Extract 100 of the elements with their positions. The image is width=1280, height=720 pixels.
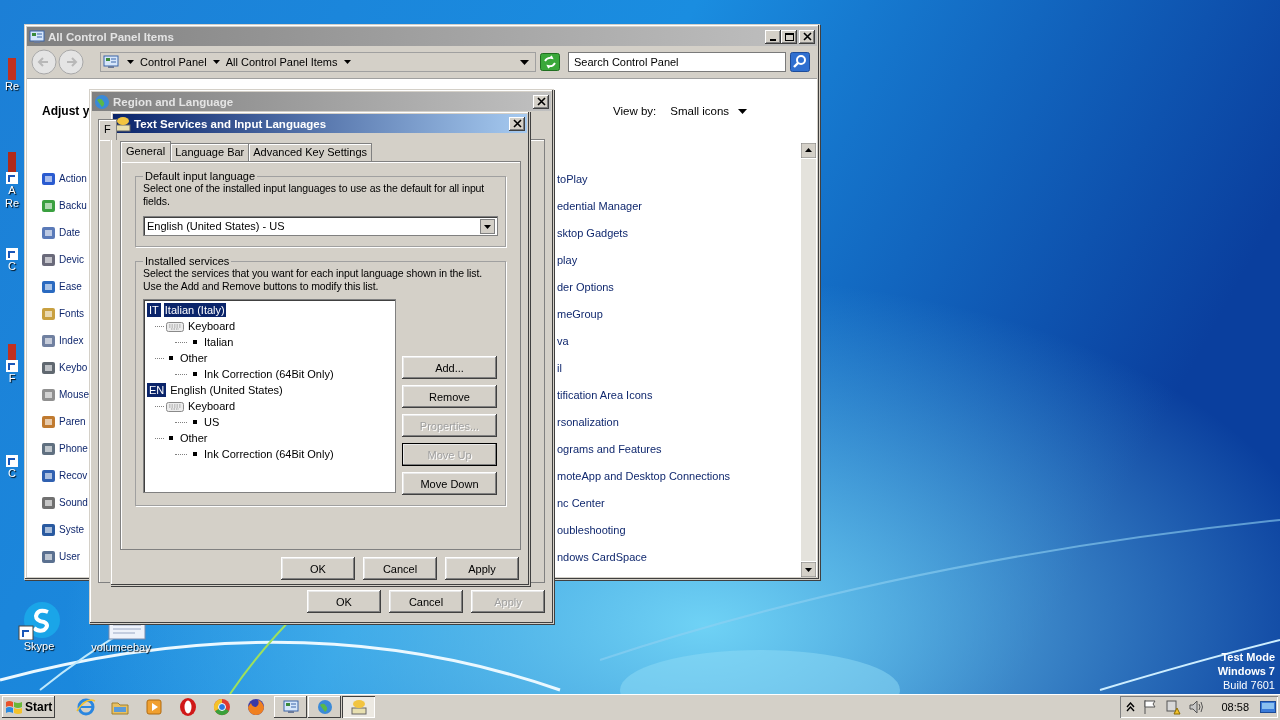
button[interactable]: OK [281, 557, 355, 580]
applet-link[interactable]: Action [59, 173, 87, 184]
applet-link[interactable]: Ease [59, 281, 82, 292]
caret-icon[interactable] [127, 60, 134, 64]
applet-link[interactable]: Recov [59, 470, 88, 481]
services-tree[interactable]: IT Italian (Italy) Keyboard Italian Other Ink Correction (64Bit Only) EN English (United States) Keyboard US Other Ink Correction (64Bit Only) [143, 299, 396, 493]
icon-label[interactable]: Skype [23, 640, 55, 653]
tree-item[interactable]: Keyboard [187, 319, 237, 333]
minimize-button[interactable] [765, 29, 781, 44]
applet-icon[interactable] [41, 467, 57, 484]
tree-item[interactable]: US [203, 415, 221, 429]
applet-link[interactable]: ograms and Features [557, 442, 662, 455]
browser-icon[interactable] [246, 697, 267, 717]
applet-link[interactable]: Fonts [59, 308, 84, 319]
applet-link[interactable]: der Options [557, 280, 614, 293]
icon-label[interactable]: A [8, 184, 16, 197]
close-button[interactable] [509, 116, 525, 131]
tree-item[interactable]: Italian (Italy) [163, 303, 226, 317]
taskbar-button[interactable] [274, 696, 308, 718]
search-button[interactable] [790, 52, 810, 72]
dropdown-icon[interactable] [520, 59, 529, 65]
applet-link[interactable]: User [59, 551, 81, 562]
icon-label[interactable]: F [8, 372, 16, 385]
start-button[interactable]: Start [2, 696, 56, 718]
applet-link[interactable]: play [557, 253, 578, 266]
tab[interactable]: Advanced Key Settings [248, 143, 372, 161]
tree-item[interactable]: Italian [203, 335, 235, 349]
icon-label[interactable]: C [8, 467, 16, 480]
applet-link[interactable]: Syste [59, 524, 84, 535]
applet-link[interactable]: Paren [59, 416, 86, 427]
icon-label[interactable]: Re [4, 197, 20, 210]
applet-link[interactable]: Phone [59, 443, 88, 454]
applet-icon[interactable] [41, 251, 57, 268]
applet-icon[interactable] [41, 170, 57, 187]
applet-icon[interactable] [41, 278, 57, 295]
taskbar-button[interactable] [308, 696, 342, 718]
applet-link[interactable]: meGroup [557, 307, 603, 320]
applet-icon[interactable] [41, 224, 57, 241]
button[interactable]: OK [307, 590, 381, 613]
tree-item[interactable]: Other [179, 431, 209, 445]
address-bar[interactable]: Control Panel All Control Panel Items [100, 52, 536, 72]
breadcrumb-link[interactable]: Control Panel [140, 56, 207, 68]
taskbar-button[interactable] [342, 696, 376, 718]
browser-icon[interactable] [178, 697, 199, 717]
close-button[interactable] [799, 29, 815, 44]
applet-link[interactable]: Keybo [59, 362, 88, 373]
applet-link[interactable]: Index [59, 335, 84, 346]
applet-link[interactable]: ndows CardSpace [557, 550, 647, 563]
applet-link[interactable]: edential Manager [557, 199, 642, 212]
search-field[interactable]: Search Control Panel [568, 52, 786, 72]
applet-link[interactable]: sktop Gadgets [557, 226, 628, 239]
applet-link[interactable]: nc Center [557, 496, 605, 509]
volume-icon[interactable] [1188, 699, 1205, 715]
button[interactable]: Cancel [363, 557, 437, 580]
applet-icon[interactable] [41, 332, 57, 349]
language-dropdown[interactable]: English (United States) - US [143, 216, 498, 236]
flag-icon[interactable] [1142, 699, 1159, 715]
tree-item[interactable]: Ink Correction (64Bit Only) [203, 447, 335, 461]
show-desktop-button[interactable] [1260, 699, 1276, 715]
view-by-dropdown[interactable]: Small icons [670, 105, 748, 117]
applet-link[interactable]: tification Area Icons [557, 388, 653, 401]
applet-link[interactable]: toPlay [557, 172, 588, 185]
button[interactable]: Remove [402, 385, 497, 408]
caret-icon[interactable] [212, 60, 220, 64]
button[interactable]: Cancel [389, 590, 463, 613]
tree-item[interactable]: English (United States) [169, 383, 284, 397]
chevron-up-icon[interactable] [1126, 702, 1136, 712]
applet-icon[interactable] [41, 521, 57, 538]
applet-link[interactable]: Mouse [59, 389, 89, 400]
maximize-button[interactable] [781, 29, 797, 44]
dropdown-button[interactable] [480, 218, 495, 234]
applet-icon[interactable] [41, 413, 57, 430]
close-button[interactable] [533, 94, 549, 109]
breadcrumb-link[interactable]: All Control Panel Items [225, 56, 338, 68]
applet-link[interactable]: Backu [59, 200, 87, 211]
icon-label[interactable]: Re [4, 80, 20, 93]
applet-icon[interactable] [41, 386, 57, 403]
browser-icon[interactable] [212, 697, 233, 717]
applet-link[interactable]: rsonalization [557, 415, 619, 428]
tab[interactable]: Language Bar [170, 143, 250, 161]
applet-link[interactable]: oubleshooting [557, 523, 626, 536]
applet-icon[interactable] [41, 494, 57, 511]
applet-icon[interactable] [41, 548, 57, 565]
network-warning-icon[interactable] [1165, 699, 1182, 715]
tree-item[interactable]: Other [179, 351, 209, 365]
clock[interactable]: 08:58 [1221, 701, 1249, 713]
applet-link[interactable]: moteApp and Desktop Connections [557, 469, 731, 482]
scroll-down-button[interactable] [801, 562, 816, 577]
button[interactable]: Apply [445, 557, 519, 580]
applet-icon[interactable] [41, 359, 57, 376]
applet-link[interactable]: Date [59, 227, 81, 238]
applet-icon[interactable] [41, 440, 57, 457]
tree-item[interactable]: Keyboard [187, 399, 237, 413]
scroll-up-button[interactable] [801, 143, 816, 158]
tab[interactable]: F [98, 119, 117, 140]
play-icon[interactable] [144, 697, 165, 717]
tab[interactable]: General [120, 141, 172, 162]
button[interactable]: Add... [402, 356, 497, 379]
applet-link[interactable]: Devic [59, 254, 84, 265]
applet-link[interactable]: il [557, 361, 562, 374]
